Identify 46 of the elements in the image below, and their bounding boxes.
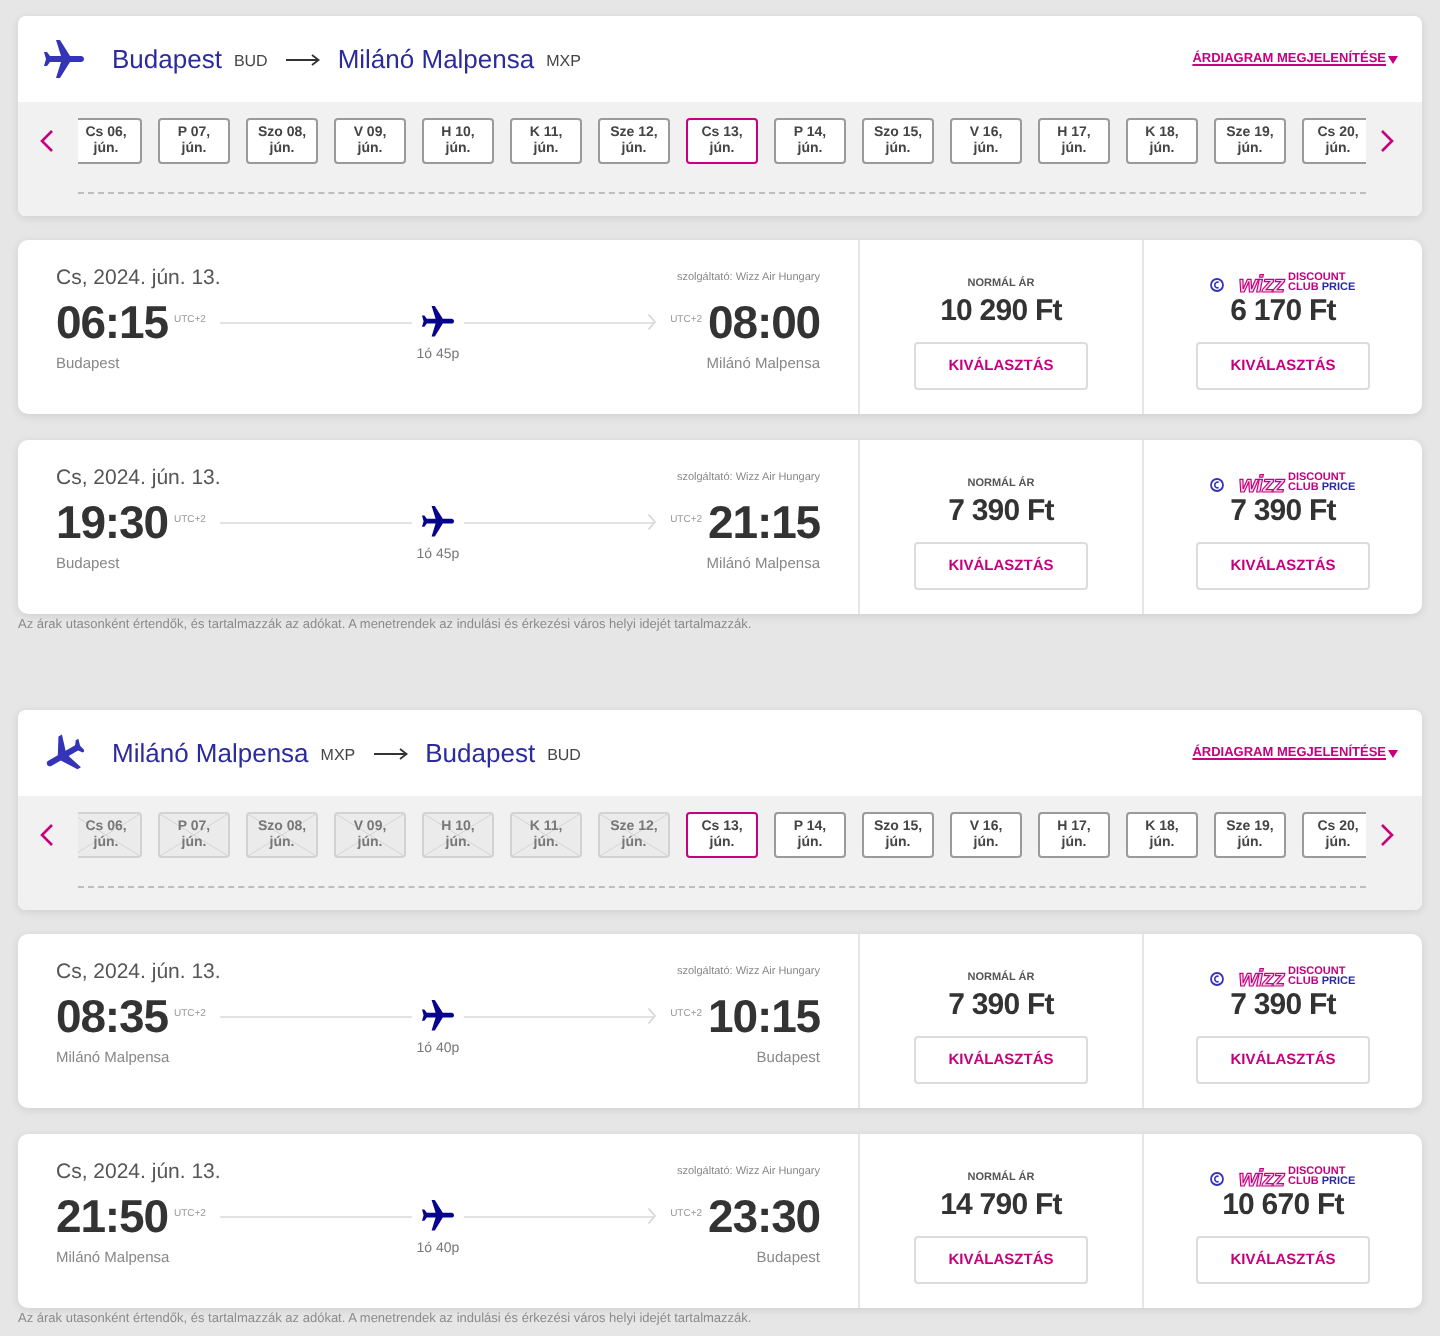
flight-date: Cs, 2024. jún. 13. [56,266,221,290]
origin-code: BUD [233,51,268,71]
fare-price: 7 390 Ft [948,990,1054,1022]
origin-city: Milánó Malpensa [112,737,309,769]
destination-city: Milánó Malpensa [337,43,535,75]
airplane-icon [422,506,454,538]
circle-icon [1210,477,1225,491]
caret-down-icon [1388,55,1398,63]
fare-price: 6 170 Ft [1230,296,1336,328]
chevron-left-icon[interactable] [40,824,54,846]
chevron-right-icon[interactable] [1380,130,1394,152]
arrival-time: 08:00 [708,298,820,346]
origin-code: MXP [320,745,356,765]
arrow-right-icon [285,53,320,65]
airplane-icon [44,39,84,79]
circle-icon [1210,1171,1225,1185]
destination-city: Budapest [425,737,536,769]
circle-icon [1210,277,1225,291]
chevron-right-icon[interactable] [1380,824,1394,846]
flight-date: Cs, 2024. jún. 13. [56,960,221,984]
airplane-icon [422,306,454,338]
airplane-icon [422,1000,454,1032]
arrival-time: 10:15 [708,992,820,1040]
chevron-left-icon[interactable] [40,130,54,152]
flight-date: Cs, 2024. jún. 13. [56,1160,221,1184]
fare-price: 14 790 Ft [940,1190,1062,1222]
departure-time: 19:30 [56,498,168,546]
departure-time: 21:50 [56,1192,168,1240]
departure-time: 06:15 [56,298,168,346]
fare-price: 10 670 Ft [1222,1190,1344,1222]
flight-date: Cs, 2024. jún. 13. [56,466,221,490]
circle-icon [1210,971,1225,985]
destination-code: MXP [546,51,581,71]
fare-price: 7 390 Ft [1230,496,1336,528]
destination-code: BUD [547,745,581,765]
departure-time: 08:35 [56,992,168,1040]
caret-down-icon [1388,749,1398,757]
arrival-time: 23:30 [708,1192,820,1240]
fare-price: 7 390 Ft [1230,990,1336,1022]
fare-price: 7 390 Ft [948,496,1054,528]
arrow-right-icon [373,747,408,759]
airplane-icon [44,733,84,773]
arrival-time: 21:15 [708,498,820,546]
airplane-icon [422,1200,454,1232]
origin-city: Budapest [112,43,222,75]
fare-price: 10 290 Ft [940,296,1062,328]
